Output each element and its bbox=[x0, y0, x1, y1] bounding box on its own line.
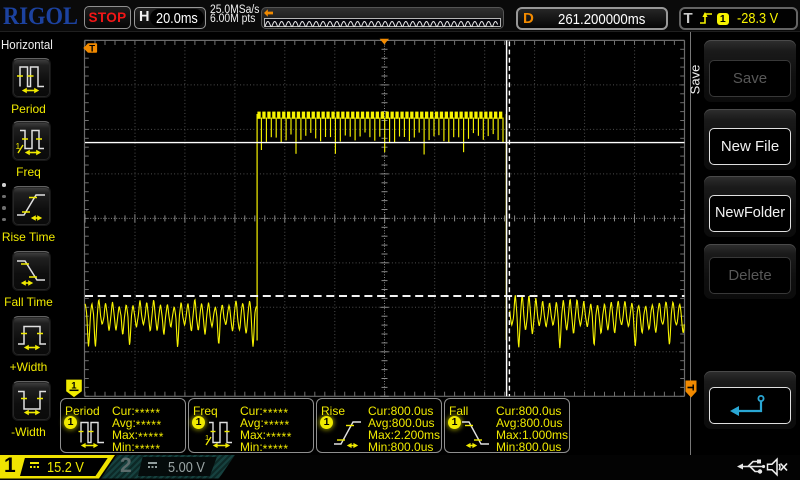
svg-text:1: 1 bbox=[205, 433, 209, 442]
svg-text:1: 1 bbox=[16, 141, 21, 151]
svg-text:T: T bbox=[89, 44, 95, 55]
